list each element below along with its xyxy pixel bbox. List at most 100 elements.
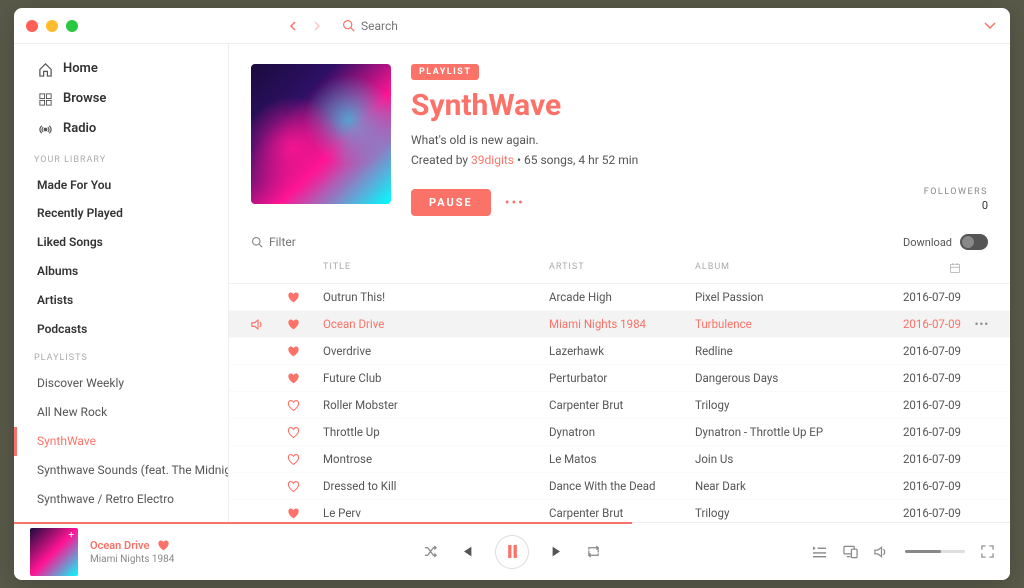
playlist-item[interactable]: SynthWave [14,427,228,456]
volume-slider[interactable] [905,550,965,553]
app-body: HomeBrowseRadio YOUR LIBRARY Made For Yo… [14,44,1010,522]
minimize-window-button[interactable] [46,20,58,32]
playlist-item[interactable]: Discover Weekly [14,369,228,398]
library-item[interactable]: Made For You [14,171,228,200]
fullscreen-button[interactable] [981,545,994,558]
player-bar: Ocean Drive Miami Nights 1984 [14,522,1010,580]
track-row[interactable]: Roller Mobster Carpenter Brut Trilogy 20… [229,392,1010,419]
now-playing-indicator-icon [251,318,281,331]
more-options-button[interactable]: ••• [505,195,525,211]
track-duration: 4:18 [1003,317,1010,331]
playlist-item[interactable]: All New Rock [14,398,228,427]
collapse-button[interactable] [984,22,996,30]
filter-input[interactable] [269,235,349,249]
track-row[interactable]: Ocean Drive Miami Nights 1984 Turbulence… [229,311,1010,338]
progress-bar[interactable] [14,522,632,524]
shuffle-button[interactable] [423,544,438,559]
track-duration: 4:31 [1003,344,1010,358]
col-title[interactable]: TITLE [323,262,543,277]
playlist-author[interactable]: 39digits [471,153,514,167]
track-row[interactable]: Future Club Perturbator Dangerous Days 2… [229,365,1010,392]
track-duration: 5:40 [1003,452,1010,466]
followers-block: FOLLOWERS 0 [924,187,988,212]
sidebar-item-radio[interactable]: Radio [14,114,228,144]
repeat-button[interactable] [586,544,601,559]
library-item[interactable]: Artists [14,286,228,315]
like-button[interactable] [287,399,317,412]
history-nav [288,21,330,31]
queue-button[interactable] [812,545,827,559]
content-pane: PLAYLIST SynthWave What's old is new aga… [229,44,1010,522]
track-title: Outrun This! [323,290,543,304]
track-date: 2016-07-09 [861,371,961,385]
forward-button[interactable] [312,21,330,31]
pause-button[interactable]: PAUSE [411,189,491,216]
track-row[interactable]: Montrose Le Matos Join Us 2016-07-09 5:4… [229,446,1010,473]
like-button[interactable] [287,480,317,493]
track-row[interactable]: Outrun This! Arcade High Pixel Passion 2… [229,284,1010,311]
sidebar-item-home[interactable]: Home [14,54,228,84]
playlist-item[interactable]: Synthwave Sounds (feat. The Midnight, ..… [14,456,228,485]
track-album: Near Dark [695,479,855,493]
track-album: Pixel Passion [695,290,855,304]
search-field[interactable] [342,19,461,33]
now-playing-info: Ocean Drive Miami Nights 1984 [30,528,403,576]
track-row[interactable]: Throttle Up Dynatron Dynatron - Throttle… [229,419,1010,446]
library-item[interactable]: Podcasts [14,315,228,344]
filter-field[interactable] [251,235,349,249]
track-title: Future Club [323,371,543,385]
playlist-creator: Created by 39digits • 65 songs, 4 hr 52 … [411,153,904,167]
track-artist: Le Matos [549,452,689,466]
followers-count: 0 [924,199,988,212]
col-artist[interactable]: ARTIST [549,262,689,277]
track-album: Dynatron - Throttle Up EP [695,425,855,439]
now-playing-like-button[interactable] [157,539,170,552]
download-toggle-wrap: Download [903,234,988,250]
track-title: Roller Mobster [323,398,543,412]
track-title: Overdrive [323,344,543,358]
like-button[interactable] [287,507,317,520]
like-button[interactable] [287,291,317,304]
track-more-button[interactable]: ••• [967,317,997,331]
maximize-window-button[interactable] [66,20,78,32]
like-button[interactable] [287,318,317,331]
track-artist: Carpenter Brut [549,506,689,520]
play-pause-button[interactable] [495,535,529,569]
track-artist: Arcade High [549,290,689,304]
track-artist: Miami Nights 1984 [549,317,689,331]
next-button[interactable] [551,545,564,558]
track-row[interactable]: Overdrive Lazerhawk Redline 2016-07-09 4… [229,338,1010,365]
like-button[interactable] [287,453,317,466]
close-window-button[interactable] [26,20,38,32]
download-toggle[interactable] [960,234,988,250]
playlist-item[interactable]: RetroWave / Outrun [14,513,228,522]
like-button[interactable] [287,426,317,439]
track-row[interactable]: Le Perv Carpenter Brut Trilogy 2016-07-0… [229,500,1010,522]
track-date: 2016-07-09 [861,452,961,466]
track-artist: Perturbator [549,371,689,385]
back-button[interactable] [288,21,306,31]
previous-button[interactable] [460,545,473,558]
sidebar-item-label: Home [63,60,98,78]
like-button[interactable] [287,345,317,358]
sidebar-item-browse[interactable]: Browse [14,84,228,114]
playlist-item[interactable]: Synthwave / Retro Electro [14,485,228,514]
filter-icon [251,236,263,248]
track-row[interactable]: Dressed to Kill Dance With the Dead Near… [229,473,1010,500]
library-item[interactable]: Recently Played [14,199,228,228]
track-title: Dressed to Kill [323,479,543,493]
now-playing-art[interactable] [30,528,78,576]
volume-icon[interactable] [874,545,889,559]
col-duration-icon[interactable] [1003,262,1010,277]
cover-art[interactable] [251,64,391,204]
search-input[interactable] [361,19,461,33]
library-item[interactable]: Albums [14,257,228,286]
col-album[interactable]: ALBUM [695,262,855,277]
col-date-icon[interactable] [861,262,961,277]
now-playing-title[interactable]: Ocean Drive [90,539,149,552]
track-album: Trilogy [695,506,855,520]
now-playing-artist[interactable]: Miami Nights 1984 [90,554,174,565]
like-button[interactable] [287,372,317,385]
library-item[interactable]: Liked Songs [14,228,228,257]
devices-button[interactable] [843,545,858,559]
